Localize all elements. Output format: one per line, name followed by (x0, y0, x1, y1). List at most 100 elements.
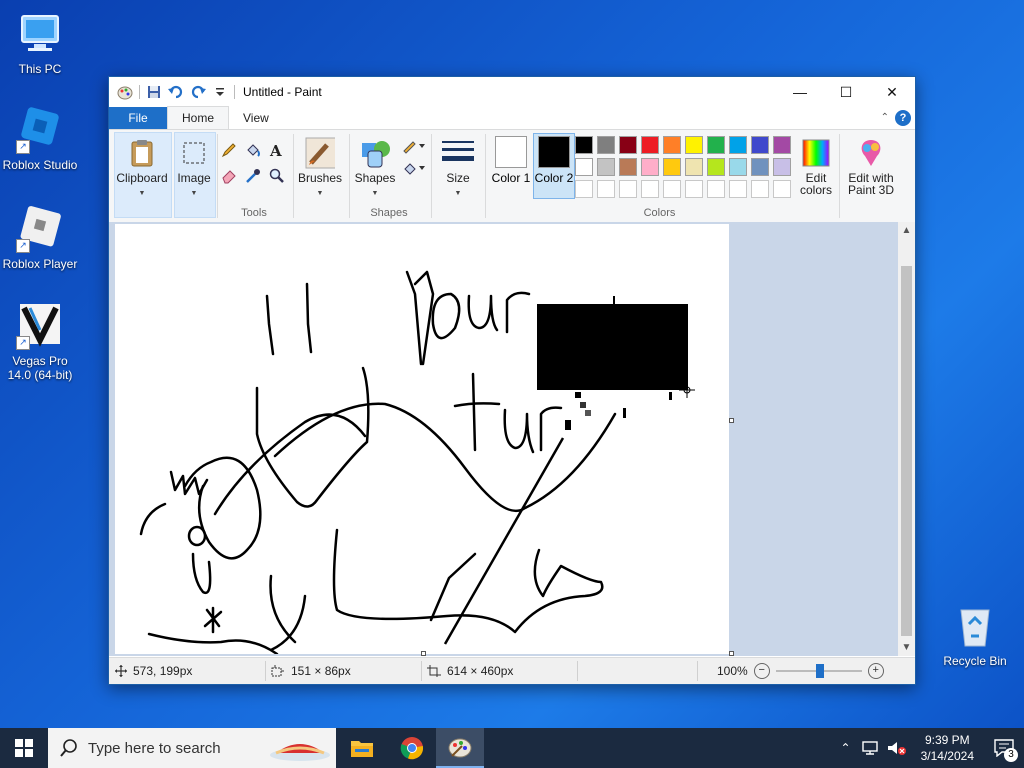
color-swatch[interactable] (663, 158, 681, 176)
color-swatch[interactable] (619, 158, 637, 176)
tab-home[interactable]: Home (167, 106, 230, 129)
color-swatch[interactable] (751, 136, 769, 154)
brushes-button[interactable]: Brushes ▼ (295, 137, 345, 200)
custom-color-slot[interactable] (597, 180, 615, 198)
zoom-in-button[interactable]: + (867, 663, 884, 679)
zoom-controls: 100% − + (717, 658, 884, 684)
edit-with-paint3d-button[interactable]: Edit with Paint 3D (843, 138, 899, 196)
custom-color-slot[interactable] (663, 180, 681, 198)
scroll-down-icon[interactable]: ▼ (898, 639, 915, 656)
shapes-group-label: Shapes (370, 207, 408, 219)
color2-button[interactable]: Color 2 (533, 133, 575, 199)
search-box[interactable]: Type here to search (48, 728, 336, 768)
custom-color-slot[interactable] (751, 180, 769, 198)
pencil-icon[interactable] (219, 140, 239, 160)
color-swatch[interactable] (663, 136, 681, 154)
zoom-slider-thumb[interactable] (815, 664, 824, 678)
color1-button[interactable]: Color 1 (491, 134, 531, 198)
size-button[interactable]: Size ▼ (435, 138, 481, 200)
fill-bucket-icon[interactable] (243, 140, 263, 160)
status-separator (577, 661, 578, 681)
color-swatch[interactable] (685, 158, 703, 176)
color-swatch[interactable] (597, 158, 615, 176)
custom-color-slot[interactable] (641, 180, 659, 198)
status-separator (421, 661, 422, 681)
volume-muted-icon[interactable] (887, 740, 907, 756)
maximize-button[interactable]: ☐ (823, 77, 869, 107)
taskbar: Type here to search ⌃ 9:39 PM 3/14/2024 … (0, 728, 1024, 768)
scrollbar-thumb[interactable] (901, 266, 912, 636)
custom-color-slot[interactable] (729, 180, 747, 198)
color-swatch[interactable] (773, 158, 791, 176)
customize-qat-icon[interactable] (212, 84, 228, 100)
taskbar-chrome[interactable] (388, 728, 436, 768)
redo-icon[interactable] (190, 84, 206, 100)
resize-handle-corner[interactable] (729, 651, 734, 656)
color-swatch[interactable] (707, 136, 725, 154)
fill-icon[interactable] (401, 158, 427, 178)
close-button[interactable]: ✕ (869, 77, 915, 107)
color-picker-icon[interactable] (243, 166, 263, 186)
color-swatch[interactable] (707, 158, 725, 176)
window-title: Untitled - Paint (243, 85, 322, 99)
taskbar-paint[interactable] (436, 728, 484, 768)
selection-size-text: 151 × 86px (291, 664, 351, 678)
undo-icon[interactable] (168, 84, 184, 100)
collapse-ribbon-icon[interactable]: ⌃ (881, 112, 889, 123)
image-button[interactable]: Image ▼ (173, 138, 215, 200)
system-tray: ⌃ 9:39 PM 3/14/2024 3 (835, 728, 1024, 768)
resize-handle-bottom[interactable] (421, 651, 426, 656)
custom-color-slot[interactable] (619, 180, 637, 198)
scroll-up-icon[interactable]: ▲ (898, 222, 915, 239)
custom-color-slot[interactable] (707, 180, 725, 198)
clock[interactable]: 9:39 PM 3/14/2024 (911, 732, 984, 764)
edit-colors-button[interactable]: Edit colors (799, 138, 833, 196)
save-icon[interactable] (146, 84, 162, 100)
zoom-slider[interactable] (775, 664, 862, 678)
outline-icon[interactable] (401, 136, 427, 156)
color-swatch[interactable] (751, 158, 769, 176)
shapes-button[interactable]: Shapes ▼ (353, 138, 397, 200)
tab-file[interactable]: File (109, 107, 167, 129)
color-swatch[interactable] (641, 158, 659, 176)
eraser-icon[interactable] (219, 166, 239, 186)
color-swatch[interactable] (575, 136, 593, 154)
desktop-icon-this-pc[interactable]: This PC (0, 10, 80, 76)
notification-center-button[interactable]: 3 (984, 728, 1024, 768)
color-swatch[interactable] (773, 136, 791, 154)
color-swatch[interactable] (641, 136, 659, 154)
selection-size: 151 × 86px (271, 658, 351, 684)
custom-color-slot[interactable] (685, 180, 703, 198)
help-button[interactable]: ? (895, 110, 911, 126)
minimize-button[interactable]: — (777, 77, 823, 107)
title-bar[interactable]: Untitled - Paint — ☐ ✕ (109, 77, 915, 107)
start-button[interactable] (0, 728, 48, 768)
color-swatch[interactable] (597, 136, 615, 154)
desktop-icon-vegas-pro[interactable]: ↗ Vegas Pro 14.0 (64-bit) (0, 302, 80, 382)
tab-view[interactable]: View (229, 107, 283, 129)
shapes-label: Shapes (354, 171, 396, 185)
clipboard-button[interactable]: Clipboard ▼ (115, 138, 169, 200)
resize-handle-right[interactable] (729, 418, 734, 423)
zoom-level: 100% (717, 664, 748, 678)
text-icon[interactable]: A (267, 140, 287, 160)
taskbar-file-explorer[interactable] (338, 728, 386, 768)
network-icon[interactable] (861, 740, 879, 756)
custom-color-slot[interactable] (773, 180, 791, 198)
color-swatch[interactable] (685, 136, 703, 154)
cursor-position-text: 573, 199px (133, 664, 193, 678)
desktop-icon-recycle-bin[interactable]: Recycle Bin (935, 602, 1015, 668)
desktop-icon-roblox-player[interactable]: ↗ Roblox Player (0, 205, 80, 271)
color-swatch[interactable] (575, 158, 593, 176)
magnifier-icon[interactable] (267, 166, 287, 186)
custom-color-slot[interactable] (575, 180, 593, 198)
drawing-canvas[interactable] (115, 224, 729, 654)
color-swatch[interactable] (729, 136, 747, 154)
show-hidden-icons-chevron-icon[interactable]: ⌃ (835, 741, 857, 755)
color-swatch[interactable] (729, 158, 747, 176)
vertical-scrollbar[interactable]: ▲ ▼ (898, 222, 915, 656)
color-swatch[interactable] (619, 136, 637, 154)
size-label: Size (446, 171, 470, 185)
desktop-icon-roblox-studio[interactable]: ↗ Roblox Studio (0, 106, 80, 172)
zoom-out-button[interactable]: − (753, 663, 770, 679)
